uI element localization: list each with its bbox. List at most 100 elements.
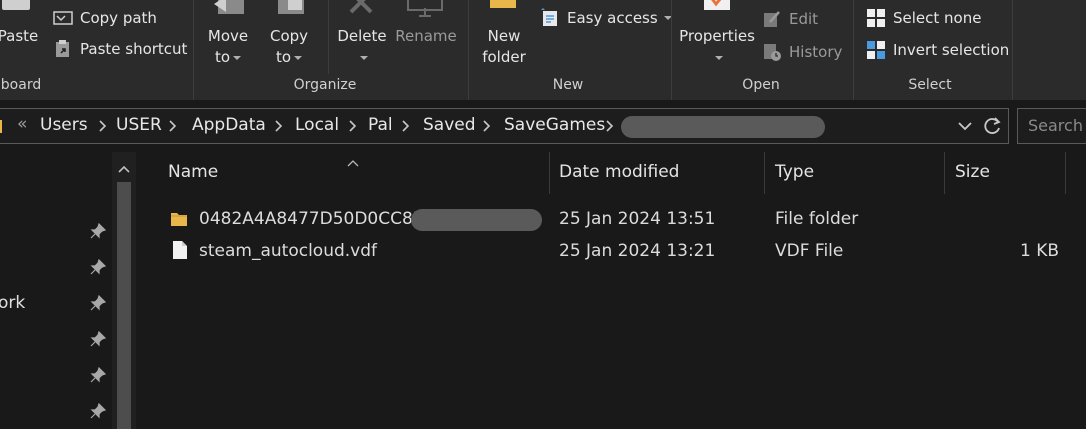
ribbon-separator [671, 0, 672, 100]
rename-label: Rename [395, 27, 457, 45]
chevron-down-icon[interactable] [957, 118, 973, 134]
properties-button[interactable]: Properties [678, 0, 756, 70]
file-explorer-window: Paste Copy path Paste shortcut board Mov… [0, 0, 1086, 429]
refresh-icon[interactable] [983, 116, 1003, 136]
breadcrumb-local[interactable]: Local [295, 115, 339, 135]
copy-to-dropdown-icon [294, 55, 303, 60]
table-row[interactable]: steam_autocloud.vdf 25 Jan 2024 13:21 VD… [136, 236, 1086, 266]
pin-icon[interactable] [90, 258, 107, 275]
column-header-date-modified[interactable]: Date modified [559, 162, 679, 182]
copy-path-button[interactable]: Copy path [53, 5, 157, 31]
pin-icon[interactable] [90, 366, 107, 383]
copy-path-label: Copy path [80, 9, 157, 27]
delete-button[interactable]: Delete [335, 0, 389, 70]
redacted-filename [411, 209, 542, 231]
breadcrumb-saved[interactable]: Saved [423, 115, 476, 135]
history-label: History [789, 43, 843, 61]
file-size: 1 KB [1020, 241, 1060, 261]
file-date-modified: 25 Jan 2024 13:21 [559, 241, 716, 261]
column-header-name[interactable]: Name [168, 162, 218, 182]
ribbon: Paste Copy path Paste shortcut board Mov… [0, 0, 1086, 100]
redacted-breadcrumb [621, 116, 825, 138]
move-to-dropdown-icon [233, 55, 242, 60]
pin-icon[interactable] [90, 222, 107, 239]
paste-label: Paste [0, 27, 39, 45]
breadcrumb-user[interactable]: USER [116, 115, 162, 135]
invert-selection-button[interactable]: Invert selection [866, 37, 1009, 63]
file-icon [172, 240, 188, 260]
ribbon-separator [193, 0, 194, 100]
column-divider[interactable] [1065, 152, 1066, 194]
chevron-right-icon[interactable] [603, 117, 617, 135]
new-group-label: New [552, 77, 584, 93]
edit-button[interactable]: Edit [762, 6, 818, 32]
invert-selection-label: Invert selection [893, 41, 1010, 59]
paste-shortcut-label: Paste shortcut [80, 40, 188, 58]
breadcrumb-users[interactable]: Users [40, 115, 88, 135]
table-row[interactable]: 0482A4A8477D50D0CC8D 25 Jan 2024 13:51 F… [136, 204, 1086, 234]
select-none-button[interactable]: Select none [866, 5, 981, 31]
search-placeholder: Search [1028, 116, 1083, 135]
search-input[interactable]: Search [1017, 108, 1086, 144]
new-folder-button[interactable]: New folder [476, 0, 532, 70]
file-name: 0482A4A8477D50D0CC8D [199, 209, 426, 229]
pin-icon[interactable] [90, 330, 107, 347]
chevron-right-icon[interactable] [346, 117, 360, 135]
new-folder-icon [488, 0, 518, 16]
breadcrumb-savegames[interactable]: SaveGames [504, 115, 605, 135]
copy-to-button[interactable]: Copy to [262, 0, 316, 70]
address-bar[interactable]: « Users USER AppData Local Pal Saved Sav… [0, 108, 1009, 144]
column-divider[interactable] [944, 152, 945, 194]
open-group-label: Open [742, 77, 780, 93]
column-header-type[interactable]: Type [775, 162, 814, 182]
column-divider[interactable] [764, 152, 765, 194]
breadcrumb-appdata[interactable]: AppData [192, 115, 266, 135]
scroll-up-icon[interactable] [117, 160, 131, 173]
move-to-label-line2: to [214, 48, 231, 66]
history-icon [762, 42, 782, 62]
history-button[interactable]: History [762, 39, 842, 65]
ribbon-separator [853, 0, 854, 100]
edit-icon [762, 9, 782, 29]
rename-button[interactable]: Rename [394, 0, 458, 70]
new-folder-label-line2: folder [482, 48, 526, 66]
organize-group-label: Organize [293, 77, 357, 93]
paste-shortcut-icon [53, 39, 73, 59]
chevron-right-icon[interactable] [272, 117, 286, 135]
navigation-pane: ork [0, 152, 112, 429]
paste-icon [2, 0, 30, 10]
chevron-right-icon[interactable] [166, 117, 180, 135]
pin-icon[interactable] [90, 402, 107, 419]
file-type: VDF File [775, 241, 844, 261]
clipboard-group-label: board [0, 77, 42, 93]
properties-label: Properties [679, 27, 755, 45]
paste-shortcut-button[interactable]: Paste shortcut [53, 36, 187, 62]
edit-label: Edit [789, 10, 819, 28]
delete-dropdown-icon [359, 55, 368, 60]
file-name: steam_autocloud.vdf [199, 241, 377, 261]
file-list: Name Date modified Type Size 0482A4A8477… [136, 152, 1086, 429]
file-type: File folder [775, 209, 859, 229]
new-folder-label-line1: New [487, 27, 521, 45]
nav-scrollbar-thumb[interactable] [117, 182, 131, 429]
easy-access-icon [540, 8, 560, 28]
chevron-right-icon[interactable] [96, 117, 110, 135]
sort-ascending-icon [346, 152, 360, 167]
rename-icon [406, 0, 444, 18]
chevron-right-icon[interactable] [399, 117, 413, 135]
easy-access-button[interactable]: Easy access [540, 5, 672, 31]
chevron-right-icon[interactable] [480, 117, 494, 135]
breadcrumb-pal[interactable]: Pal [368, 115, 393, 135]
move-to-label-line1: Move [207, 27, 249, 45]
properties-icon [700, 0, 734, 16]
move-to-button[interactable]: Move to [200, 0, 256, 70]
pin-icon[interactable] [90, 294, 107, 311]
breadcrumb-overflow[interactable]: « [17, 114, 27, 134]
paste-button[interactable]: Paste [0, 0, 40, 70]
column-header-size[interactable]: Size [955, 162, 990, 182]
column-divider[interactable] [549, 152, 550, 194]
nav-item-label[interactable]: ork [0, 293, 25, 313]
copy-to-icon [274, 0, 308, 18]
nav-scrollbar[interactable] [112, 152, 136, 429]
select-none-icon [866, 8, 886, 28]
